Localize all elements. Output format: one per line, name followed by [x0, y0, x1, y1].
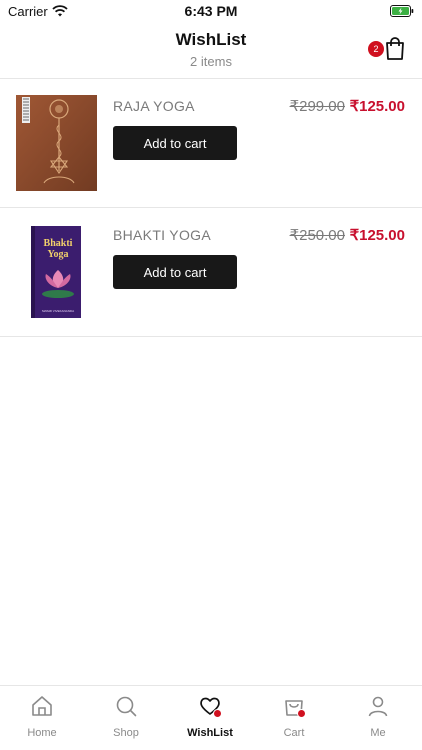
item-name[interactable]: RAJA YOGA [113, 98, 195, 114]
tab-bar: Home Shop WishList Cart Me [0, 685, 422, 750]
user-icon [368, 696, 388, 717]
tab-wishlist[interactable]: WishList [168, 686, 252, 750]
clock: 6:43 PM [184, 3, 238, 19]
home-icon [32, 696, 52, 716]
item-count: 2 items [190, 54, 232, 69]
header: WishList 2 items 2 [0, 24, 422, 79]
add-to-cart-button[interactable]: Add to cart [113, 255, 237, 289]
tab-home-label: Home [27, 727, 57, 739]
shopping-bag-icon[interactable] [384, 37, 406, 61]
tab-cart-label: Cart [283, 727, 305, 739]
tab-shop[interactable]: Shop [84, 686, 168, 750]
tab-shop-label: Shop [113, 727, 139, 739]
cover-title-line2: Yoga [47, 249, 68, 260]
cart-count-badge: 2 [368, 41, 384, 57]
original-price: ₹250.00 [289, 227, 345, 244]
cover-title-line1: Bhakti [44, 238, 73, 249]
tab-me[interactable]: Me [336, 686, 420, 750]
sale-price: ₹125.00 [349, 98, 405, 115]
wishlist-item[interactable]: Bhakti Yoga SWAMI VIVEKANANDA BHAKTI YOG… [0, 208, 422, 337]
tab-wishlist-label: WishList [187, 727, 233, 739]
wishlist-item[interactable]: RAJA YOGA ₹299.00 ₹125.00 Add to cart [0, 79, 422, 208]
tab-home[interactable]: Home [0, 686, 84, 750]
battery-icon [390, 5, 414, 17]
original-price: ₹299.00 [289, 98, 345, 115]
add-to-cart-button[interactable]: Add to cart [113, 126, 237, 160]
status-bar: Carrier 6:43 PM [0, 0, 422, 24]
raja-yoga-cover[interactable] [16, 95, 97, 191]
page-title: WishList [175, 30, 247, 49]
cart-dot-badge [297, 709, 306, 718]
bhakti-yoga-cover[interactable]: Bhakti Yoga SWAMI VIVEKANANDA [16, 224, 97, 320]
wishlist-dot-badge [213, 709, 222, 718]
tab-me-label: Me [370, 727, 386, 739]
item-name[interactable]: BHAKTI YOGA [113, 227, 211, 243]
wishlist: RAJA YOGA ₹299.00 ₹125.00 Add to cart Bh… [0, 79, 422, 337]
search-icon [116, 696, 137, 717]
cover-author: SWAMI VIVEKANANDA [42, 309, 74, 313]
sale-price: ₹125.00 [349, 227, 405, 244]
tab-cart[interactable]: Cart [252, 686, 336, 750]
